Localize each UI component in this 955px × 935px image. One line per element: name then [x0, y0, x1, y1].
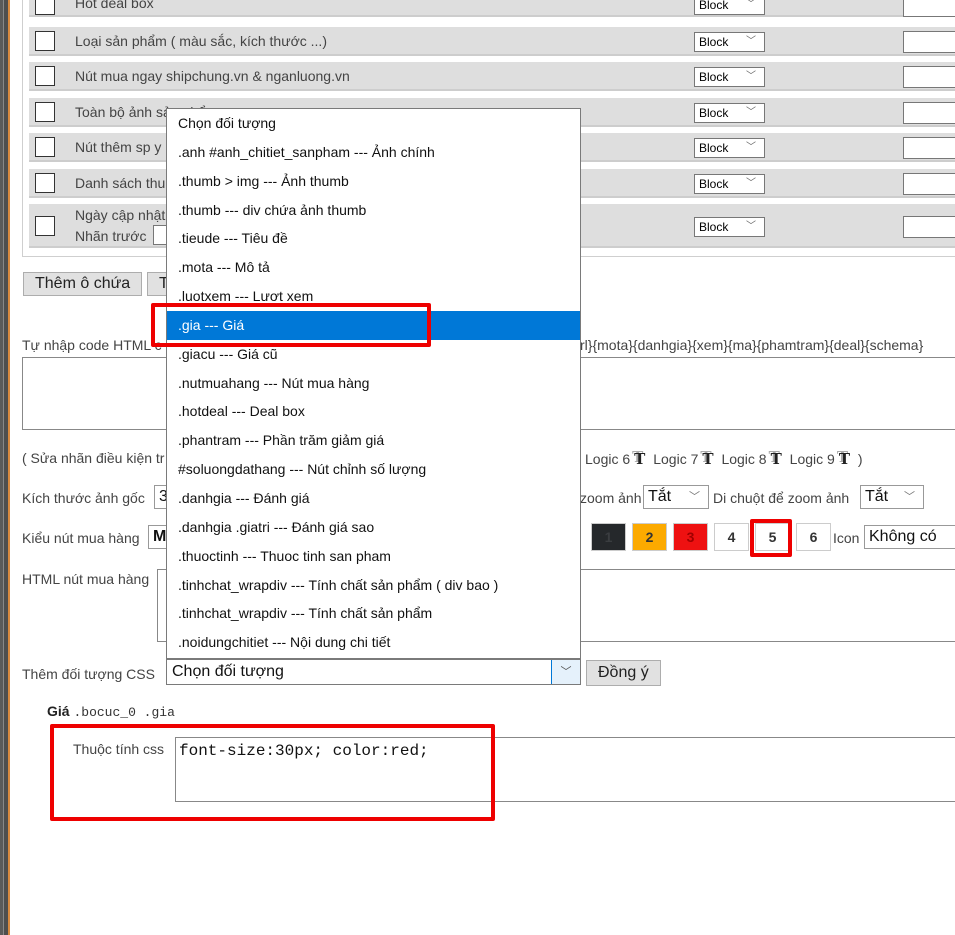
dropdown-option[interactable]: .phantram --- Phần trăm giảm giá	[167, 426, 580, 455]
element-row: Nút mua ngay shipchung.vn & nganluong.vn…	[29, 62, 955, 91]
row-text-input[interactable]	[903, 137, 955, 159]
chevron-down-icon: ﹀	[746, 107, 756, 118]
buy-button-style-select[interactable]: M	[148, 525, 168, 549]
row-sublabel: Nhãn trước	[75, 228, 147, 244]
row-label: Nút mua ngay shipchung.vn & nganluong.vn	[75, 68, 350, 84]
text-format-icon[interactable]: T	[839, 450, 850, 468]
row-label: Nút thêm sp y	[75, 139, 162, 155]
display-select[interactable]: Block ﹀	[694, 174, 765, 194]
chevron-down-icon: ﹀	[904, 491, 915, 503]
buy-style-option-6[interactable]: 6	[796, 523, 831, 551]
row-checkbox[interactable]	[35, 173, 55, 193]
row-label: Danh sách thu	[75, 175, 166, 191]
css-object-select[interactable]: Chọn đối tượng ﹀	[166, 659, 581, 685]
buy-style-option-2[interactable]: 2	[632, 523, 667, 551]
agree-button[interactable]: Đồng ý	[586, 660, 661, 686]
row-label: Loại sản phẩm ( màu sắc, kích thước ...)	[75, 33, 327, 49]
row-text-input[interactable]	[903, 173, 955, 195]
dropdown-option[interactable]: Chọn đối tượng	[167, 109, 580, 138]
dropdown-option[interactable]: .nutmuahang --- Nút mua hàng	[167, 369, 580, 398]
logic-suffix: )	[857, 451, 863, 467]
row-text-input[interactable]	[903, 102, 955, 124]
row-text-input[interactable]	[903, 66, 955, 88]
logic-6-label: Logic 6	[585, 451, 631, 467]
text-format-icon[interactable]: T	[634, 450, 645, 468]
left-border	[0, 0, 10, 935]
dropdown-option[interactable]: .hotdeal --- Deal box	[167, 397, 580, 426]
element-row: Hot deal box Block ﹀	[29, 0, 955, 17]
html-code-tokens: rl}{mota}{danhgia}{xem}{ma}{phamtram}{de…	[580, 337, 924, 353]
zoom-select[interactable]: Tắt ﹀	[643, 485, 709, 509]
css-entry-selector: .bocuc_0 .gia	[73, 705, 175, 720]
dropdown-option[interactable]: #soluongdathang --- Nút chỉnh số lượng	[167, 455, 580, 484]
chevron-down-icon[interactable]: ﹀	[551, 660, 580, 684]
row-checkbox[interactable]	[35, 0, 55, 15]
css-object-label: Thêm đối tượng CSS	[22, 666, 155, 682]
logic-8-label: Logic 8	[721, 451, 767, 467]
buy-style-option-4[interactable]: 4	[714, 523, 749, 551]
row-checkbox[interactable]	[35, 66, 55, 86]
chevron-down-icon: ﹀	[689, 491, 700, 503]
zoom-label: zoom ảnh	[580, 490, 642, 506]
logic-hint-prefix: ( Sửa nhãn điều kiện tr	[22, 450, 165, 466]
row-text-input[interactable]	[903, 0, 955, 17]
dropdown-option[interactable]: .tinhchat_wrapdiv --- Tính chất sản phẩm	[167, 599, 580, 628]
annotation-highlight-gia	[151, 303, 431, 347]
element-row: Loại sản phẩm ( màu sắc, kích thước ...)…	[29, 27, 955, 56]
chevron-down-icon: ﹀	[746, 71, 756, 82]
display-select[interactable]: Block ﹀	[694, 103, 765, 123]
dropdown-option[interactable]: .mota --- Mô tả	[167, 253, 580, 282]
chevron-down-icon: ﹀	[746, 178, 756, 189]
add-container-button[interactable]: Thêm ô chứa	[23, 272, 143, 296]
html-buy-label: HTML nút mua hàng	[22, 571, 150, 587]
logic-list: Logic 6T Logic 7T Logic 8T Logic 9T )	[585, 450, 863, 468]
logic-9-label: Logic 9	[789, 451, 835, 467]
text-format-icon[interactable]: T	[702, 450, 713, 468]
row-text-input[interactable]	[903, 216, 955, 238]
buy-button-style-label: Kiểu nút mua hàng	[22, 530, 140, 546]
css-entry-title: Giá	[47, 703, 70, 719]
dropdown-option[interactable]: .anh #anh_chitiet_sanpham --- Ảnh chính	[167, 138, 580, 167]
dropdown-option[interactable]: .thuoctinh --- Thuoc tinh san pham	[167, 542, 580, 571]
chevron-down-icon: ﹀	[746, 0, 756, 10]
html-code-label: Tự nhập code HTML c	[22, 337, 162, 353]
display-select[interactable]: Block ﹀	[694, 138, 765, 158]
icon-label: Icon	[833, 530, 860, 546]
display-select[interactable]: Block ﹀	[694, 0, 765, 15]
annotation-highlight-style-5	[750, 519, 792, 557]
dropdown-option[interactable]: .tinhchat_wrapdiv --- Tính chất sản phẩm…	[167, 571, 580, 600]
hover-zoom-select[interactable]: Tắt ﹀	[860, 485, 924, 509]
display-select[interactable]: Block ﹀	[694, 217, 765, 237]
row-checkbox[interactable]	[35, 216, 55, 236]
display-select[interactable]: Block ﹀	[694, 67, 765, 87]
row-label: Hot deal box	[75, 0, 154, 11]
buy-style-option-1[interactable]: 1	[591, 523, 626, 551]
row-checkbox[interactable]	[35, 31, 55, 51]
buy-style-option-3[interactable]: 3	[673, 523, 708, 551]
row-label: Ngày cập nhật	[75, 207, 166, 223]
dropdown-option[interactable]: .danhgia --- Đánh giá	[167, 484, 580, 513]
css-entry-heading: Giá .bocuc_0 .gia	[47, 703, 175, 720]
chevron-down-icon: ﹀	[746, 221, 756, 232]
hover-zoom-label: Di chuột để zoom ảnh	[713, 490, 850, 506]
dropdown-option[interactable]: .noidungchitiet --- Nội dung chi tiết	[167, 628, 580, 657]
dropdown-option[interactable]: .thumb > img --- Ảnh thumb	[167, 167, 580, 196]
text-format-icon[interactable]: T	[771, 450, 782, 468]
chevron-down-icon: ﹀	[746, 36, 756, 47]
dropdown-option[interactable]: .thumb --- div chứa ảnh thumb	[167, 196, 580, 225]
annotation-highlight-css-prop	[50, 724, 495, 821]
logic-7-label: Logic 7	[653, 451, 699, 467]
chevron-down-icon: ﹀	[746, 142, 756, 153]
row-checkbox[interactable]	[35, 102, 55, 122]
dropdown-option[interactable]: .tieude --- Tiêu đề	[167, 224, 580, 253]
row-checkbox[interactable]	[35, 137, 55, 157]
dropdown-option[interactable]: .danhgia .giatri --- Đánh giá sao	[167, 513, 580, 542]
row-text-input[interactable]	[903, 31, 955, 53]
css-object-dropdown-list: Chọn đối tượng .anh #anh_chitiet_sanpham …	[166, 108, 581, 659]
display-select[interactable]: Block ﹀	[694, 32, 765, 52]
image-size-label: Kích thước ảnh gốc	[22, 490, 145, 506]
icon-select[interactable]: Không có	[864, 525, 955, 549]
